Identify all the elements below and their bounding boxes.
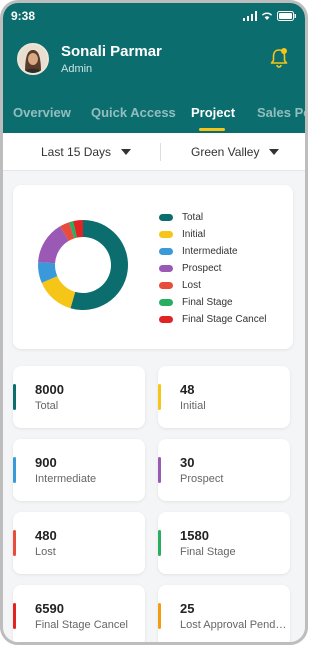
legend-item: Final Stage Cancel: [159, 311, 267, 328]
notification-button[interactable]: [269, 47, 289, 74]
legend-swatch: [159, 265, 173, 272]
period-value: Last 15 Days: [41, 145, 112, 159]
active-tab-indicator: [199, 128, 225, 131]
project-dropdown[interactable]: Green Valley: [191, 133, 280, 171]
tab-overview[interactable]: Overview: [13, 105, 71, 120]
stat-card-total[interactable]: 8000 Total: [13, 366, 145, 428]
stat-card-prospect[interactable]: 30 Prospect: [158, 439, 290, 501]
legend-label: Total: [182, 212, 204, 223]
legend-swatch: [159, 299, 173, 306]
chevron-down-icon: [269, 149, 280, 155]
chevron-down-icon: [121, 149, 132, 155]
status-time: 9:38: [11, 9, 36, 23]
stat-value: 8000: [35, 382, 64, 397]
stat-label: Prospect: [180, 473, 224, 485]
legend-item: Prospect: [159, 260, 267, 277]
stat-label: Total: [35, 400, 59, 412]
donut-slice-initial[interactable]: [41, 276, 76, 309]
user-role: Admin: [61, 63, 93, 75]
stat-label: Lost Approval Pend…: [180, 619, 287, 631]
stat-label: Lost: [35, 546, 56, 558]
stat-card-intermediate[interactable]: 900 Intermediate: [13, 439, 145, 501]
stat-accent-bar: [158, 603, 161, 629]
stat-label: Initial: [180, 400, 206, 412]
legend-item: Total: [159, 209, 267, 226]
stat-card-lost-approval-pend[interactable]: 25 Lost Approval Pend…: [158, 585, 290, 642]
avatar: [17, 43, 49, 75]
legend-item: Lost: [159, 277, 267, 294]
legend-label: Final Stage: [182, 297, 233, 308]
chart-legend: Total Initial Intermediate Prospect Lost Fina…: [159, 209, 267, 328]
user-profile[interactable]: Sonali Parmar Admin: [17, 43, 162, 75]
legend-swatch: [159, 231, 173, 238]
stat-accent-bar: [158, 530, 161, 556]
stat-value: 6590: [35, 601, 64, 616]
legend-swatch: [159, 248, 173, 255]
stat-label: Final Stage: [180, 546, 236, 558]
stat-value: 480: [35, 528, 57, 543]
legend-item: Final Stage: [159, 294, 267, 311]
avatar-image: [19, 45, 47, 73]
user-name: Sonali Parmar: [61, 43, 162, 60]
stat-value: 25: [180, 601, 195, 616]
legend-swatch: [159, 214, 173, 221]
project-value: Green Valley: [191, 145, 260, 159]
wifi-icon: [261, 12, 273, 20]
legend-item: Intermediate: [159, 243, 267, 260]
legend-swatch: [159, 282, 173, 289]
legend-label: Intermediate: [182, 246, 238, 257]
bell-icon: [270, 48, 288, 68]
stat-label: Final Stage Cancel: [35, 619, 128, 631]
signal-icon: [243, 11, 257, 21]
stat-card-final-stage-cancel[interactable]: 6590 Final Stage Cancel: [13, 585, 145, 642]
legend-label: Final Stage Cancel: [182, 314, 267, 325]
status-bar: 9:38: [3, 3, 305, 29]
stat-accent-bar: [13, 384, 16, 410]
legend-label: Prospect: [182, 263, 222, 274]
phone-frame: 9:38 Sonali Parmar Admin Overview Quick …: [0, 0, 308, 645]
donut-chart: [38, 220, 128, 310]
legend-swatch: [159, 316, 173, 323]
stat-accent-bar: [13, 457, 16, 483]
legend-label: Lost: [182, 280, 201, 291]
stat-value: 1580: [180, 528, 209, 543]
status-icons: [243, 11, 297, 21]
tab-sales[interactable]: Sales Pe: [257, 105, 305, 120]
legend-item: Initial: [159, 226, 267, 243]
stat-card-lost[interactable]: 480 Lost: [13, 512, 145, 574]
stat-accent-bar: [13, 530, 16, 556]
filter-bar: Last 15 Days Green Valley: [3, 133, 305, 171]
stat-accent-bar: [158, 384, 161, 410]
stat-card-initial[interactable]: 48 Initial: [158, 366, 290, 428]
stat-card-final-stage[interactable]: 1580 Final Stage: [158, 512, 290, 574]
stat-label: Intermediate: [35, 473, 97, 485]
period-dropdown[interactable]: Last 15 Days: [41, 133, 132, 171]
stat-value: 900: [35, 455, 57, 470]
stat-value: 30: [180, 455, 195, 470]
filter-divider: [160, 143, 161, 161]
app-header: 9:38 Sonali Parmar Admin Overview Quick …: [3, 3, 305, 133]
legend-label: Initial: [182, 229, 206, 240]
stat-accent-bar: [13, 603, 16, 629]
tab-project[interactable]: Project: [191, 105, 235, 120]
battery-icon: [277, 11, 296, 21]
stat-accent-bar: [158, 457, 161, 483]
stat-value: 48: [180, 382, 195, 397]
chart-card: Total Initial Intermediate Prospect Lost Fina…: [13, 185, 293, 349]
tab-quick-access[interactable]: Quick Access: [91, 105, 176, 120]
